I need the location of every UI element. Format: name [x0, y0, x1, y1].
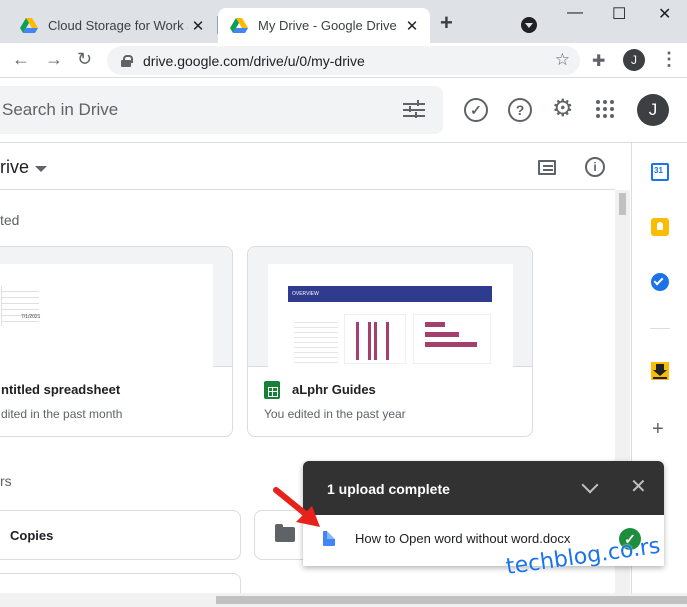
browser-toolbar: ← → ↻ drive.google.com/drive/u/0/my-driv…: [0, 43, 687, 78]
apps-icon[interactable]: [596, 100, 614, 118]
reload-icon[interactable]: ↻: [77, 49, 92, 70]
new-tab-button[interactable]: +: [440, 12, 453, 34]
google-sheets-icon: [264, 381, 280, 399]
account-avatar[interactable]: J: [637, 94, 669, 126]
maximize-button[interactable]: ☐: [612, 4, 626, 24]
scrollbar-thumb[interactable]: [216, 596, 687, 604]
file-activity: You edited in the past year: [264, 407, 406, 421]
tab-title: Cloud Storage for Work and: [48, 18, 188, 33]
lock-icon[interactable]: [121, 54, 133, 67]
file-card[interactable]: 7/1/2021 ntitled spreadsheet dited in th…: [0, 246, 233, 437]
browser-tab-strip: Cloud Storage for Work and ✕ My Drive - …: [0, 0, 687, 43]
google-drive-icon: [20, 17, 38, 33]
close-window-button[interactable]: ✕: [658, 4, 671, 24]
extensions-icon[interactable]: ✚: [592, 51, 605, 71]
side-panel-divider: [650, 328, 670, 329]
close-tab-icon[interactable]: ✕: [402, 17, 422, 35]
close-tab-icon[interactable]: ✕: [188, 17, 208, 35]
uploaded-file-name[interactable]: How to Open word without word.docx: [355, 531, 570, 546]
annotation-arrow: [273, 487, 320, 527]
support-icon[interactable]: ?: [508, 98, 532, 122]
chevron-down-icon[interactable]: [35, 166, 47, 172]
search-input[interactable]: [0, 86, 380, 134]
folder-name: Copies: [10, 528, 54, 543]
profile-avatar[interactable]: J: [623, 49, 645, 71]
tab-search-icon[interactable]: [521, 17, 537, 33]
thumb-column-chart: [344, 314, 406, 364]
scrollbar-thumb[interactable]: [619, 193, 626, 215]
file-card[interactable]: OVERVIEW aLphr Guides You edited in the …: [247, 246, 533, 437]
ready-offline-icon[interactable]: ✓: [464, 98, 488, 122]
thumb-date: 7/1/2021: [21, 314, 41, 320]
calendar-icon[interactable]: 31: [651, 163, 669, 181]
tasks-icon[interactable]: [651, 273, 669, 291]
kebab-menu-icon[interactable]: ⋮: [660, 49, 678, 70]
drive-header: ✓ ? ⚙ J: [0, 78, 687, 143]
file-name: aLphr Guides: [292, 382, 376, 397]
tab-title: My Drive - Google Drive: [258, 18, 397, 33]
upload-status-title: 1 upload complete: [327, 481, 450, 497]
add-icon[interactable]: +: [652, 418, 664, 441]
download-icon[interactable]: [651, 362, 669, 380]
info-icon[interactable]: i: [585, 157, 605, 177]
thumb-header-bar: OVERVIEW: [288, 286, 492, 302]
forward-icon[interactable]: →: [45, 49, 63, 70]
sheet-preview: 7/1/2021: [0, 264, 213, 367]
horizontal-scrollbar[interactable]: [0, 593, 687, 607]
file-name: ntitled spreadsheet: [1, 382, 121, 397]
calendar-day: 31: [654, 166, 663, 175]
suggested-section-label: ted: [0, 212, 20, 228]
files-section-label: rs: [0, 473, 12, 489]
breadcrumb[interactable]: rive: [0, 157, 29, 178]
back-icon[interactable]: ←: [12, 49, 30, 70]
upload-panel-header: 1 upload complete ✕: [303, 461, 664, 515]
star-icon[interactable]: ☆: [555, 50, 570, 70]
address-bar[interactable]: drive.google.com/drive/u/0/my-drive ☆: [107, 46, 580, 75]
browser-tab-cloud-storage[interactable]: Cloud Storage for Work and ✕: [8, 8, 216, 43]
keep-icon[interactable]: [651, 218, 669, 236]
file-thumbnail: 7/1/2021: [0, 247, 232, 367]
folder-item[interactable]: Copies: [0, 510, 241, 560]
list-view-icon[interactable]: [538, 160, 556, 175]
header-divider: [0, 189, 615, 190]
file-activity: dited in the past month: [1, 407, 123, 421]
minimize-button[interactable]: —: [567, 4, 583, 22]
close-icon[interactable]: ✕: [630, 477, 647, 497]
thumb-table: [294, 318, 338, 363]
chevron-down-icon[interactable]: [581, 476, 599, 494]
browser-tab-my-drive[interactable]: My Drive - Google Drive ✕: [218, 8, 430, 43]
thumb-bar-chart: [413, 314, 491, 364]
search-bar: [0, 86, 443, 134]
file-thumbnail: OVERVIEW: [248, 247, 532, 367]
thumb-header: OVERVIEW: [292, 291, 319, 297]
url-text[interactable]: drive.google.com/drive/u/0/my-drive: [143, 53, 365, 69]
search-options-icon[interactable]: [403, 100, 425, 120]
google-drive-icon: [230, 17, 248, 33]
settings-icon[interactable]: ⚙: [552, 97, 574, 121]
sheet-preview: OVERVIEW: [268, 264, 513, 367]
